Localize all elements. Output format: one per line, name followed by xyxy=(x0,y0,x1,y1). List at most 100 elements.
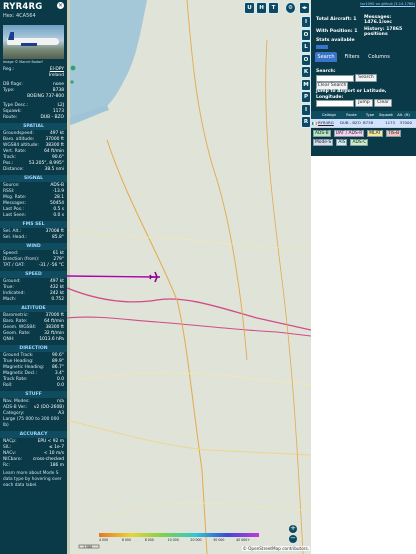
learn-more-text: Learn more about Mode S data type by hov… xyxy=(3,471,62,488)
direction-value: 0.0 xyxy=(57,383,64,388)
clear-jump-button[interactable]: Clear xyxy=(374,99,392,107)
tab-columns[interactable]: Columns xyxy=(367,52,391,62)
accuracy-value: 186 m xyxy=(49,463,64,468)
row-route: DUB - BZO xyxy=(340,120,361,125)
map-button-u[interactable]: U xyxy=(244,2,255,14)
speed-value: 0.752 xyxy=(51,297,64,302)
altitude-scale-label: 8 000 xyxy=(144,538,154,542)
section-direction: DIRECTION xyxy=(0,345,67,352)
settings-gear-icon[interactable]: ⚙ xyxy=(285,2,296,14)
section-altitude: ALTITUDE xyxy=(0,305,67,312)
col-type[interactable]: Type xyxy=(363,111,377,119)
altitude-scale-label: 10 000 xyxy=(167,538,179,542)
altitude-value: 1013.6 hPa xyxy=(39,337,64,342)
spatial-label: Distance: xyxy=(3,167,24,172)
altitude-row: QNH: 1013.6 hPa xyxy=(0,337,67,343)
side-button-k[interactable]: K xyxy=(301,66,311,78)
hex-code: Hex: 4CA564 xyxy=(3,13,36,19)
legend-item: UAT / ADS-R xyxy=(333,130,365,137)
github-link[interactable]: tar1090 on github (3.14.1768) xyxy=(317,2,415,6)
tab-search[interactable]: Search xyxy=(315,52,337,62)
with-position: With Position: 1 xyxy=(316,29,358,34)
side-button-o[interactable]: O xyxy=(301,53,311,66)
direction-label: Roll: xyxy=(3,383,13,388)
close-icon[interactable]: × xyxy=(57,2,64,9)
aircraft-info-panel: RYR4RG Hex: 4CA564 × Image © Marcel Boda… xyxy=(0,0,67,554)
spatial-value: 38.5 nmi xyxy=(44,167,64,172)
aircraft-list-panel: tar1090 on github (3.14.1768) Total Airc… xyxy=(311,0,416,554)
flight-track xyxy=(67,275,156,278)
road-1 xyxy=(67,287,311,331)
map-button-t[interactable]: T xyxy=(268,2,279,14)
search-button[interactable]: Search xyxy=(355,74,377,82)
receiver-marker-2 xyxy=(70,80,74,84)
map-button-h[interactable]: H xyxy=(256,2,267,14)
side-button-m[interactable]: M xyxy=(301,78,311,91)
row-squawk: 1173 xyxy=(385,120,395,125)
tab-filters[interactable]: Filters xyxy=(341,52,363,62)
col-altitude[interactable]: Alt. (ft) xyxy=(395,111,412,119)
altitude-scale-label: 20 000 xyxy=(190,538,202,542)
airplane-tail xyxy=(8,32,14,40)
side-button-o[interactable]: O xyxy=(301,28,311,41)
side-button-i[interactable]: I xyxy=(301,16,311,28)
table-header: Callsign Route Type Squawk Alt. (ft) xyxy=(311,111,416,119)
search-input[interactable] xyxy=(316,75,354,82)
aircraft-photo[interactable] xyxy=(3,25,64,59)
messages-stat: Messages: 1476.1/sec xyxy=(364,15,392,25)
zoom-in-button[interactable]: + xyxy=(289,524,297,533)
table-row[interactable]: RYR4RG DUB - BZO B738 1173 37000 xyxy=(311,119,416,127)
ireland-flag-icon xyxy=(312,121,317,125)
col-route[interactable]: Route xyxy=(340,111,363,119)
jump-button[interactable]: Jump xyxy=(355,99,373,107)
side-button-l[interactable]: L xyxy=(301,41,311,53)
fms-row: Sel. Head.: 85.8° xyxy=(0,235,67,241)
col-callsign[interactable]: Callsign xyxy=(318,111,340,119)
section-stuff: STUFF xyxy=(0,391,67,398)
section-spatial: SPATIAL xyxy=(0,123,67,130)
wind-label: TAT / OAT: xyxy=(3,263,25,268)
map-view[interactable]: 4 000 6 000 8 000 10 000 20 000 30 000 40 000+… xyxy=(67,0,311,554)
legend-item: ADS-B xyxy=(313,130,331,137)
signal-row: Last Seen: 0.0 s xyxy=(0,213,67,219)
road-2 xyxy=(67,316,311,337)
scale-label: 1 NM xyxy=(83,545,92,549)
side-button-p[interactable]: P xyxy=(301,91,311,103)
route-row: Route: DUB - BZO xyxy=(3,115,64,120)
stats-bar xyxy=(316,45,328,49)
toggle-panel-icon[interactable]: ◂▸ xyxy=(299,2,310,14)
river-estuary xyxy=(67,0,147,121)
section-signal: SIGNAL xyxy=(0,175,67,182)
category-desc: Large (75 000 to 300 000 lb) xyxy=(3,417,60,428)
zoom-out-button[interactable]: − xyxy=(289,534,297,543)
receiver-marker xyxy=(70,65,76,71)
search-label: Search: xyxy=(316,69,336,74)
airplane-image xyxy=(7,38,59,46)
col-squawk[interactable]: Squawk xyxy=(377,111,395,119)
aircraft-table: Callsign Route Type Squawk Alt. (ft) RYR… xyxy=(311,111,416,148)
road-5 xyxy=(67,419,311,456)
speed-row: Mach: 0.752 xyxy=(0,297,67,303)
jump-input[interactable] xyxy=(316,100,354,107)
road-4 xyxy=(186,0,248,361)
road-6 xyxy=(76,372,311,386)
speed-label: Mach: xyxy=(3,297,17,302)
legend-item: TIS-B xyxy=(385,130,402,137)
accuracy-label: Rc: xyxy=(3,463,10,468)
map-canvas xyxy=(67,0,311,554)
aircraft-header: RYR4RG Hex: 4CA564 × xyxy=(0,0,67,21)
wind-row: TAT / OAT: -31 / -56 °C xyxy=(0,263,67,269)
section-fms: FMS SEL xyxy=(0,221,67,228)
section-wind: WIND xyxy=(0,243,67,250)
legend-item: AIS xyxy=(336,139,348,146)
map-attribution: © OpenStreetMap contributors. xyxy=(241,546,310,551)
row-callsign[interactable]: RYR4RG xyxy=(318,119,340,127)
side-button-i[interactable]: I xyxy=(301,103,311,116)
side-button-r[interactable]: R xyxy=(301,116,311,128)
road-7 xyxy=(265,39,304,554)
spatial-row: Distance: 38.5 nmi xyxy=(0,167,67,173)
stats-available: Stats available xyxy=(316,38,355,43)
road-8 xyxy=(67,229,311,251)
altitude-label: QNH: xyxy=(3,337,15,342)
legend-item: ADS-C xyxy=(350,139,369,146)
